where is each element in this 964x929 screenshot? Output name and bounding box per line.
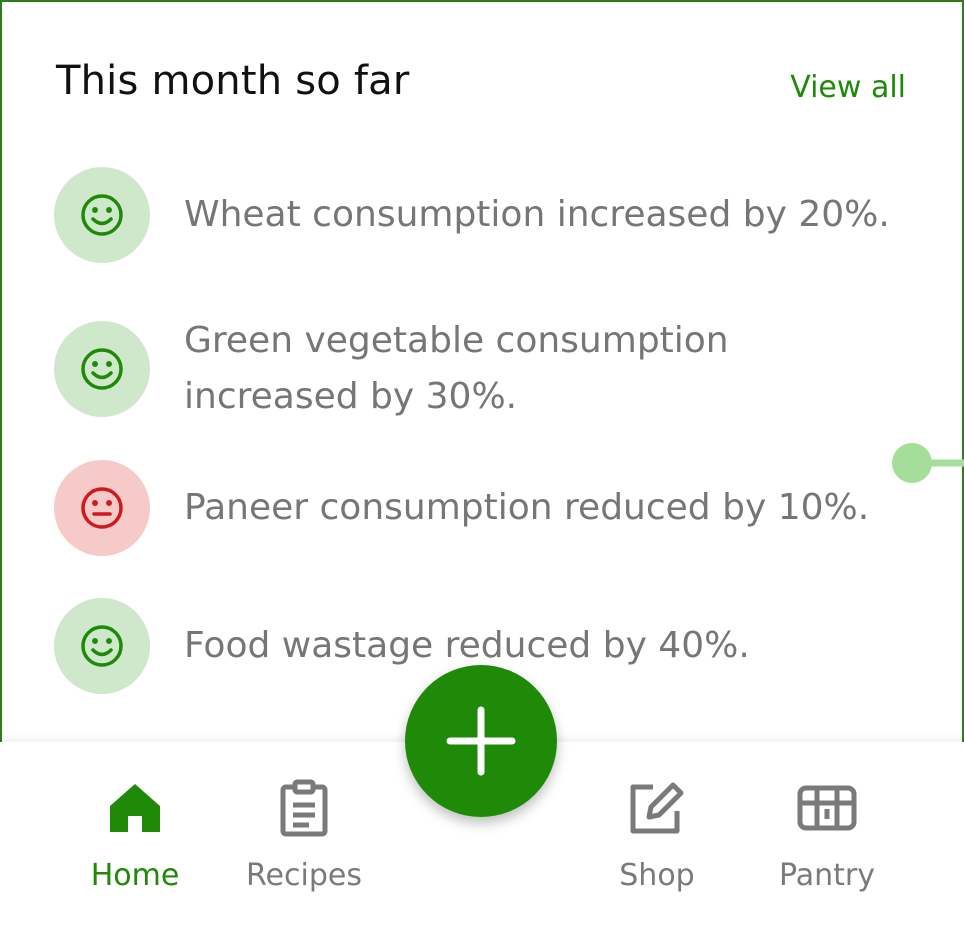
insight-text: Food wastage reduced by 40%. — [184, 625, 750, 666]
nav-label-shop: Shop — [619, 858, 695, 893]
home-icon — [60, 776, 210, 840]
neutral-face-icon — [54, 460, 150, 556]
connector-dot-icon — [892, 443, 964, 483]
insight-text: Paneer consumption reduced by 10%. — [184, 487, 870, 528]
nav-item-recipes[interactable]: Recipes — [229, 776, 379, 893]
nav-item-shop[interactable]: Shop — [582, 776, 732, 893]
insight-text: Wheat consumption increased by 20%. — [184, 194, 890, 235]
view-all-link[interactable]: View all — [790, 70, 906, 105]
nav-label-pantry: Pantry — [779, 858, 875, 893]
insight-item: Paneer consumption reduced by 10%. — [54, 460, 904, 556]
insight-item: Green vegetable consumption increased by… — [54, 313, 804, 425]
smile-face-icon — [54, 321, 150, 417]
section-title: This month so far — [56, 58, 410, 104]
pantry-icon — [752, 776, 902, 840]
nav-item-pantry[interactable]: Pantry — [752, 776, 902, 893]
insight-text: Green vegetable consumption increased by… — [184, 320, 729, 417]
smile-face-icon — [54, 167, 150, 263]
insight-item: Wheat consumption increased by 20%. — [54, 167, 904, 263]
edit-icon — [582, 776, 732, 840]
nav-label-recipes: Recipes — [246, 858, 362, 893]
nav-item-home[interactable]: Home — [60, 776, 210, 893]
smile-face-icon — [54, 598, 150, 694]
nav-label-home: Home — [90, 858, 180, 893]
plus-icon — [446, 706, 516, 776]
clipboard-icon — [229, 776, 379, 840]
add-button[interactable] — [405, 665, 557, 817]
